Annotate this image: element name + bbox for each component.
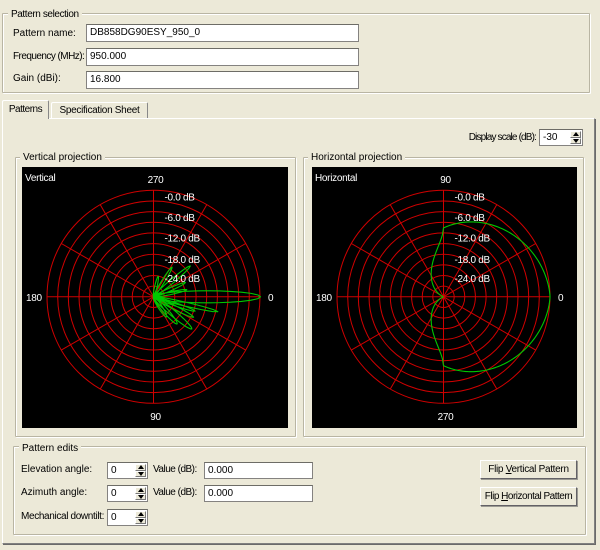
svg-text:270: 270 [438, 412, 455, 423]
svg-text:-18.0 dB: -18.0 dB [165, 255, 201, 266]
svg-text:90: 90 [150, 412, 161, 423]
svg-text:-12.0 dB: -12.0 dB [455, 234, 491, 245]
svg-text:-6.0 dB: -6.0 dB [165, 213, 196, 224]
svg-text:90: 90 [440, 175, 451, 186]
svg-text:-24.0 dB: -24.0 dB [165, 274, 201, 285]
svg-text:-18.0 dB: -18.0 dB [455, 255, 491, 266]
svg-text:0: 0 [558, 293, 564, 304]
svg-text:-24.0 dB: -24.0 dB [455, 274, 491, 285]
svg-text:-0.0 dB: -0.0 dB [165, 193, 196, 204]
svg-text:-12.0 dB: -12.0 dB [165, 234, 201, 245]
svg-text:-0.0 dB: -0.0 dB [455, 193, 486, 204]
svg-text:Vertical: Vertical [25, 173, 55, 184]
svg-text:-6.0 dB: -6.0 dB [455, 213, 486, 224]
svg-text:0: 0 [268, 293, 274, 304]
svg-text:180: 180 [26, 293, 43, 304]
svg-text:Horizontal: Horizontal [315, 173, 357, 184]
svg-text:180: 180 [316, 293, 333, 304]
svg-text:270: 270 [148, 175, 165, 186]
